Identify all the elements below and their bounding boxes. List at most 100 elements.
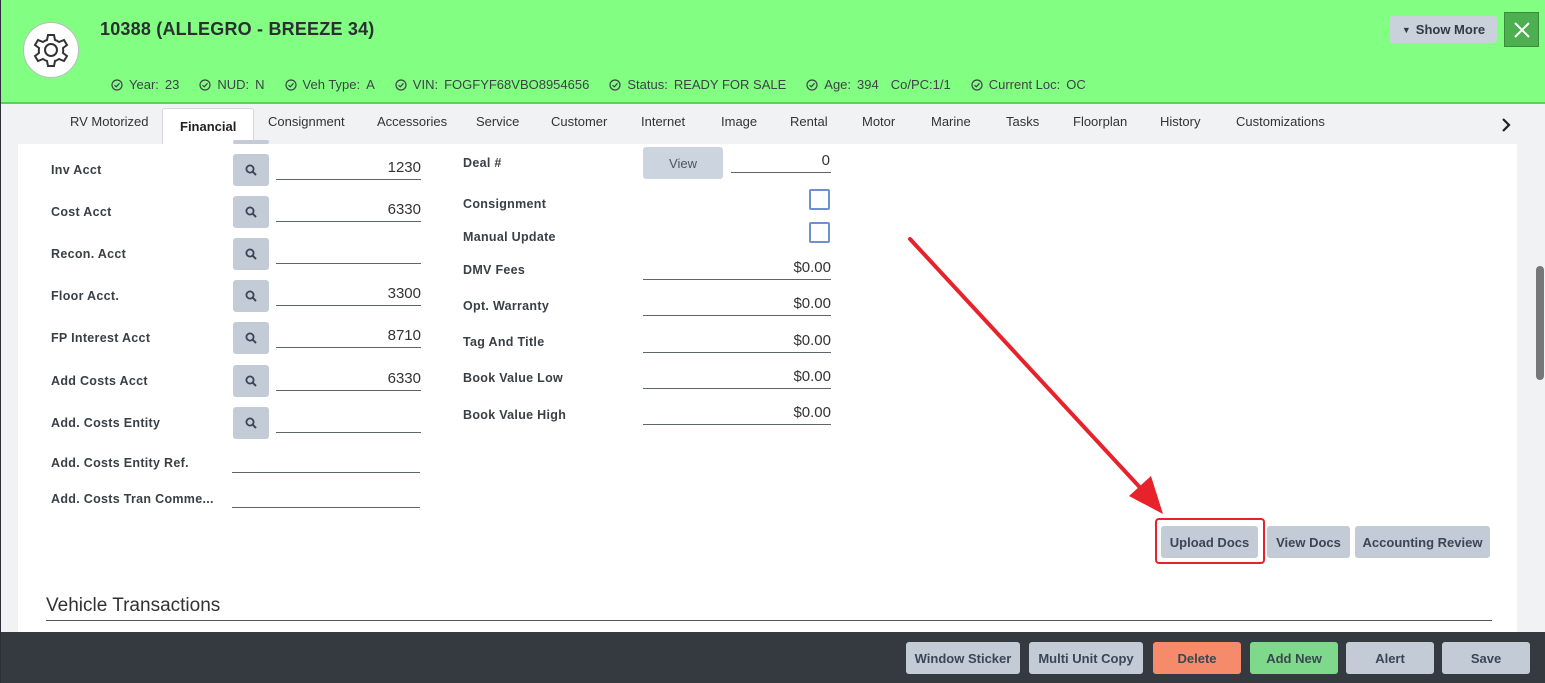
- field-label-fp-interest-acct: FP Interest Acct: [51, 331, 151, 345]
- check-circle-icon: [609, 78, 621, 91]
- add-costs-entity-search-button[interactable]: [233, 407, 269, 439]
- field-label-add-costs-entity-ref: Add. Costs Entity Ref.: [51, 456, 189, 470]
- add-costs-acct-search-button[interactable]: [233, 365, 269, 397]
- scrollbar[interactable]: [1534, 106, 1545, 632]
- info-label: Age:: [824, 77, 852, 92]
- check-circle-icon: [395, 78, 407, 91]
- info-label: Year:: [129, 77, 159, 92]
- opt-warranty-field[interactable]: $0.00: [643, 294, 831, 316]
- add-costs-tran-comment-field[interactable]: [232, 486, 420, 508]
- info-status: Status: READY FOR SALE: [609, 77, 786, 92]
- view-docs-button[interactable]: View Docs: [1267, 526, 1350, 558]
- section-divider: [46, 620, 1492, 621]
- dmv-fees-field[interactable]: $0.00: [643, 258, 831, 280]
- field-label-add-costs-entity: Add. Costs Entity: [51, 416, 161, 430]
- floor-acct-search-button[interactable]: [233, 280, 269, 312]
- info-nud: NUD: N: [199, 77, 265, 92]
- book-value-low-field[interactable]: $0.00: [643, 367, 831, 389]
- alert-button[interactable]: Alert: [1346, 642, 1434, 674]
- field-label-tag-and-title: Tag And Title: [463, 335, 545, 349]
- tab-consignment[interactable]: Consignment: [268, 114, 345, 129]
- tab-rental[interactable]: Rental: [790, 114, 828, 129]
- book-value-high-field[interactable]: $0.00: [643, 403, 831, 425]
- search-button-partial: [233, 140, 269, 144]
- field-label-add-costs-tran-comment: Add. Costs Tran Comme...: [51, 492, 214, 506]
- inv-acct-field[interactable]: 1230: [276, 158, 421, 180]
- tab-financial[interactable]: Financial: [162, 108, 255, 144]
- info-co-pc: Co/PC:1/1: [890, 77, 951, 92]
- tab-floorplan[interactable]: Floorplan: [1073, 114, 1127, 129]
- search-icon: [245, 248, 257, 260]
- search-icon: [245, 164, 257, 176]
- window-sticker-button[interactable]: Window Sticker: [906, 642, 1020, 674]
- recon-acct-field[interactable]: [276, 242, 421, 264]
- tab-motor[interactable]: Motor: [862, 114, 895, 129]
- recon-acct-search-button[interactable]: [233, 238, 269, 270]
- fp-interest-acct-field[interactable]: 8710: [276, 326, 421, 348]
- vehicle-transactions-title: Vehicle Transactions: [46, 595, 221, 616]
- check-circle-icon: [806, 78, 818, 91]
- tab-image[interactable]: Image: [721, 114, 757, 129]
- field-label-recon-acct: Recon. Acct: [51, 247, 127, 261]
- add-costs-entity-ref-field[interactable]: [232, 451, 420, 473]
- chevron-right-icon[interactable]: [1500, 117, 1512, 133]
- add-costs-entity-field[interactable]: [276, 411, 421, 433]
- info-value: 23: [164, 77, 180, 92]
- info-value: OC: [1066, 77, 1086, 92]
- tab-customer[interactable]: Customer: [551, 114, 607, 129]
- tab-marine[interactable]: Marine: [931, 114, 971, 129]
- show-more-label: Show More: [1415, 22, 1486, 37]
- deal-number-field[interactable]: 0: [731, 151, 831, 173]
- field-label-book-value-high: Book Value High: [463, 408, 567, 422]
- check-circle-icon: [971, 78, 983, 91]
- floor-acct-field[interactable]: 3300: [276, 284, 421, 306]
- tab-tasks[interactable]: Tasks: [1006, 114, 1039, 129]
- cost-acct-search-button[interactable]: [233, 196, 269, 228]
- consignment-checkbox[interactable]: [809, 189, 830, 210]
- upload-docs-button[interactable]: Upload Docs: [1161, 526, 1258, 558]
- show-more-button[interactable]: ▼ Show More: [1390, 16, 1497, 43]
- tab-internet[interactable]: Internet: [641, 114, 685, 129]
- tab-rv-motorized[interactable]: RV Motorized: [70, 114, 149, 129]
- info-value: 394: [857, 77, 879, 92]
- add-costs-acct-field[interactable]: 6330: [276, 369, 421, 391]
- info-label: Veh Type:: [302, 77, 361, 92]
- close-icon: [1513, 21, 1530, 38]
- field-label-book-value-low: Book Value Low: [463, 371, 564, 385]
- tab-history[interactable]: History: [1160, 114, 1200, 129]
- cost-acct-field[interactable]: 6330: [276, 200, 421, 222]
- tab-customizations[interactable]: Customizations: [1236, 114, 1325, 129]
- tag-and-title-field[interactable]: $0.00: [643, 331, 831, 353]
- accounting-review-button[interactable]: Accounting Review: [1355, 526, 1490, 558]
- caret-down-icon: ▼: [1401, 24, 1411, 35]
- financial-panel: Inv Acct 1230 Cost Acct 6330 Recon. Acct…: [18, 140, 1517, 634]
- field-label-opt-warranty: Opt. Warranty: [463, 299, 550, 313]
- field-label-add-costs-acct: Add Costs Acct: [51, 374, 148, 388]
- check-circle-icon: [284, 78, 297, 91]
- save-button[interactable]: Save: [1442, 642, 1530, 674]
- gear-icon[interactable]: [23, 22, 79, 78]
- info-value: A: [366, 77, 375, 92]
- deal-view-button[interactable]: View: [643, 147, 723, 179]
- info-label: NUD:: [217, 77, 250, 92]
- delete-button[interactable]: Delete: [1153, 642, 1241, 674]
- search-icon: [245, 417, 257, 429]
- tab-service[interactable]: Service: [476, 114, 519, 129]
- manual-update-checkbox[interactable]: [809, 222, 830, 243]
- scrollbar-thumb[interactable]: [1536, 266, 1544, 380]
- tab-accessories[interactable]: Accessories: [377, 114, 447, 129]
- inv-acct-search-button[interactable]: [233, 154, 269, 186]
- fp-interest-acct-search-button[interactable]: [233, 322, 269, 354]
- check-circle-icon: [199, 78, 211, 91]
- field-label-deal: Deal #: [463, 156, 502, 170]
- add-new-button[interactable]: Add New: [1250, 642, 1338, 674]
- field-label-inv-acct: Inv Acct: [51, 163, 102, 177]
- field-label-dmv-fees: DMV Fees: [463, 263, 526, 277]
- info-year: Year: 23: [111, 77, 179, 92]
- multi-unit-copy-button[interactable]: Multi Unit Copy: [1029, 642, 1143, 674]
- check-circle-icon: [111, 78, 123, 91]
- search-icon: [245, 290, 257, 302]
- field-label-manual-update: Manual Update: [463, 230, 556, 244]
- close-button[interactable]: [1504, 12, 1539, 47]
- search-icon: [245, 206, 257, 218]
